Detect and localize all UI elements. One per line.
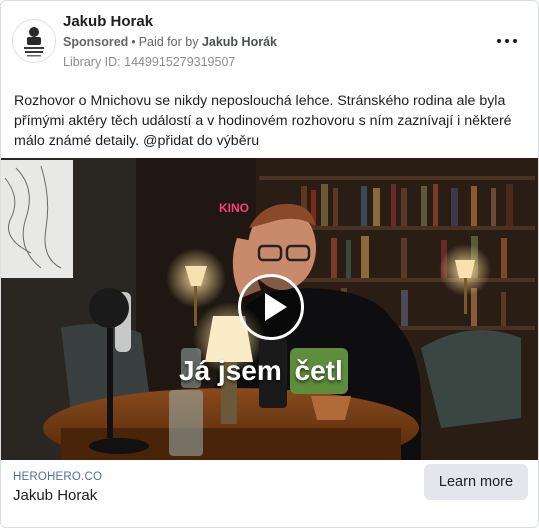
more-dot <box>497 39 501 43</box>
neon-sign: KINO <box>219 201 249 215</box>
post-header: Jakub Horak Sponsored • Paid for by Jakub … <box>1 1 538 81</box>
ad-card: Jakub Horak Sponsored • Paid for by Jakub … <box>0 0 539 528</box>
play-icon[interactable] <box>238 274 304 340</box>
more-dot <box>505 39 509 43</box>
ad-footer[interactable]: HEROHERO.CO Jakub Horak Learn more <box>1 460 538 527</box>
library-id: Library ID: 1449915279319507 <box>63 55 236 69</box>
post-text: Rozhovor o Mnichovu se nikdy neposlouchá… <box>14 93 512 149</box>
sponsor-line: Sponsored • Paid for by Jakub Horák <box>63 35 277 49</box>
page-avatar[interactable] <box>12 19 56 63</box>
more-options-icon[interactable] <box>495 31 519 51</box>
play-triangle <box>265 293 287 321</box>
sponsored-label: Sponsored <box>63 35 129 49</box>
page-name[interactable]: Jakub Horak <box>63 13 153 30</box>
learn-more-button[interactable]: Learn more <box>424 464 528 500</box>
separator-dot: • <box>131 35 136 49</box>
brand-logo-icon <box>13 20 55 62</box>
link-domain: HEROHERO.CO <box>13 471 103 483</box>
paid-for-label: Paid for by <box>138 35 199 49</box>
caption-text: Já jsem <box>179 355 282 386</box>
link-title: Jakub Horak <box>13 487 98 504</box>
video-player[interactable]: KINO Já jsem četl <box>1 158 538 460</box>
caption-highlight: četl <box>289 348 348 394</box>
video-caption: Já jsem četl <box>179 348 348 394</box>
payer-name[interactable]: Jakub Horák <box>202 35 277 49</box>
more-dot <box>513 39 517 43</box>
